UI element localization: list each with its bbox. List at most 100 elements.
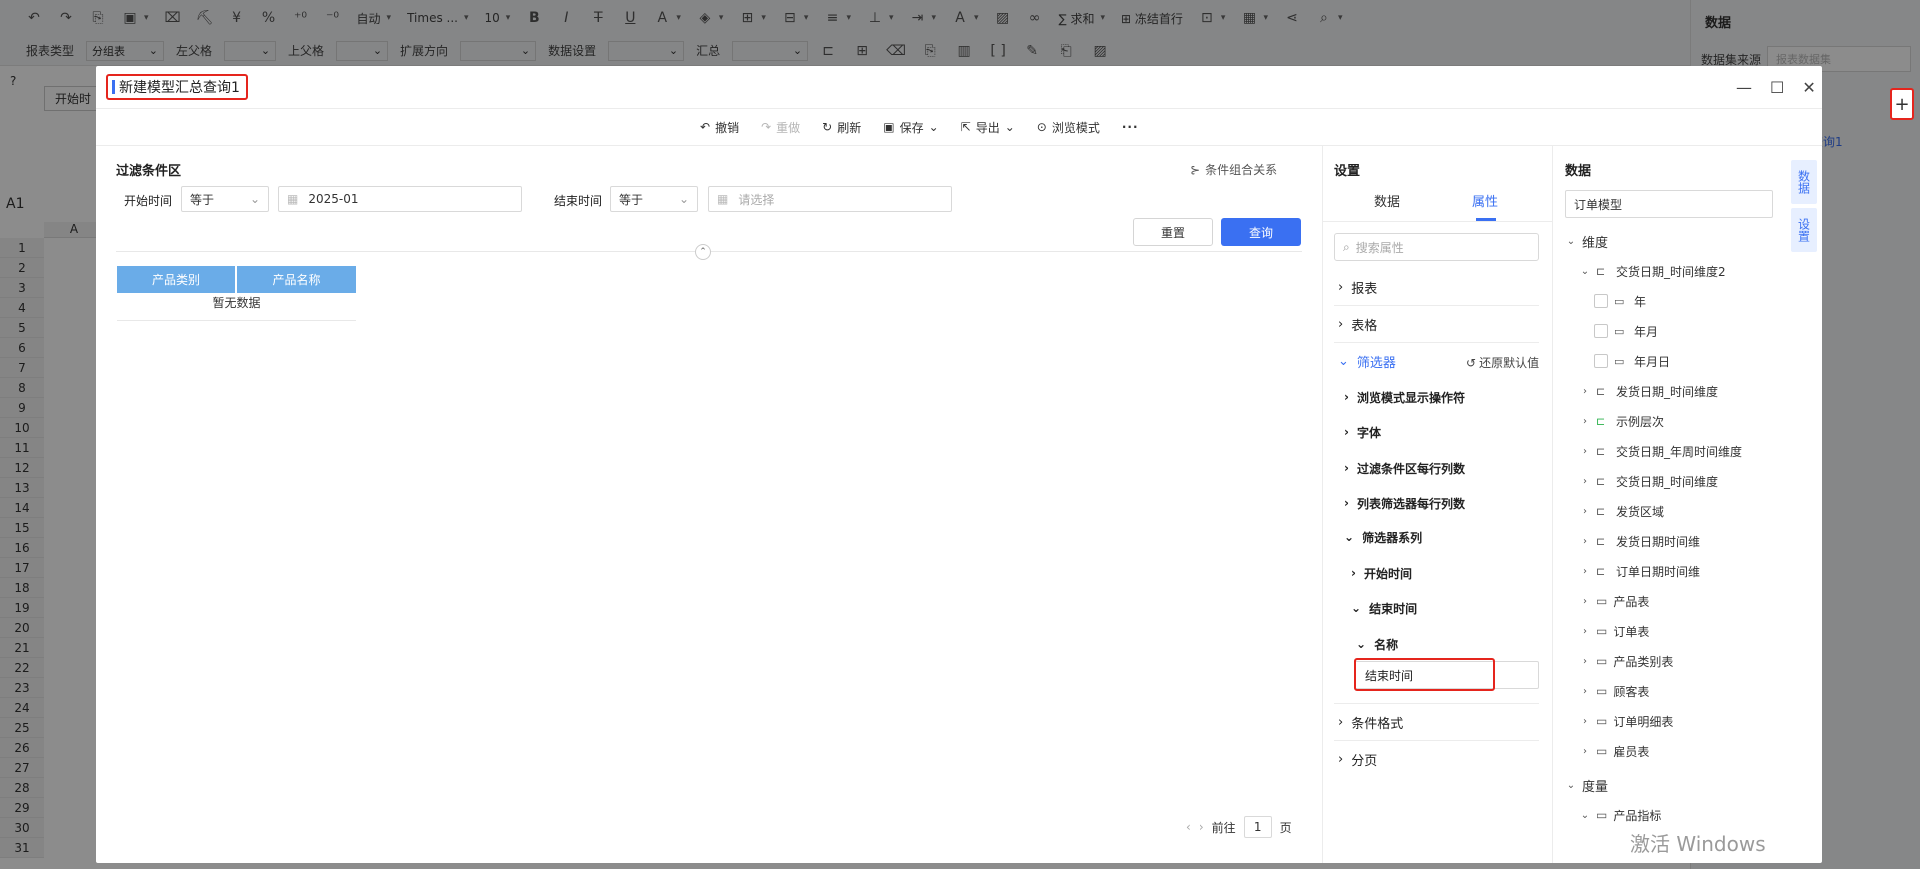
tree-node[interactable]: › ▭ 订单明细表 (1566, 710, 1776, 732)
chevron-down-icon: ⌄ (1351, 601, 1362, 615)
tab-attributes[interactable]: 属性 (1472, 191, 1498, 210)
tree-node-label: 产品表 (1613, 594, 1650, 609)
section-filter-label: 筛选器 (1356, 355, 1396, 371)
tree-node[interactable]: › ⊏ 发货日期时间维 (1566, 530, 1776, 552)
tree-node[interactable]: › ⊏ 发货区域 (1566, 500, 1776, 522)
property-search-input[interactable]: ⌕ 搜索属性 (1334, 233, 1539, 261)
reset-button[interactable]: 重置 (1133, 218, 1213, 246)
section-paging[interactable]: › 分页 (1338, 749, 1377, 769)
section-table[interactable]: › 表格 (1338, 314, 1377, 334)
chevron-right-icon: › (1351, 566, 1356, 580)
checkbox[interactable] (1594, 294, 1608, 308)
section-conditional-format[interactable]: › 条件格式 (1338, 712, 1403, 732)
item-name[interactable]: ⌄ 名称 (1356, 634, 1398, 654)
item-end-time[interactable]: ⌄ 结束时间 (1351, 598, 1417, 618)
item-start-time[interactable]: › 开始时间 (1351, 563, 1412, 583)
tree-node[interactable]: › ▭ 产品类别表 (1566, 650, 1776, 672)
tree-node[interactable]: › ⊏ 交货日期_时间维度 (1566, 470, 1776, 492)
chevron-down-icon: ⌄ (1580, 265, 1590, 277)
refresh-button[interactable]: ↻ 刷新 (822, 119, 861, 136)
page-input[interactable]: 1 (1243, 816, 1272, 838)
redo-label: 重做 (776, 120, 801, 135)
section-report[interactable]: › 报表 (1338, 277, 1377, 297)
data-panel-title: 数据 (1565, 164, 1592, 179)
section-table-label: 表格 (1351, 318, 1378, 334)
end-operator-select[interactable]: 等于 ⌄ (610, 186, 698, 212)
tree-node[interactable]: › ⊏ 订单日期时间维 (1566, 560, 1776, 582)
chevron-right-icon: › (1344, 390, 1349, 404)
more-icon[interactable]: ··· (1122, 120, 1139, 134)
minimize-icon[interactable]: — (1736, 78, 1752, 97)
item-list-columns[interactable]: › 列表筛选器每行列数 (1344, 493, 1465, 513)
tree-node[interactable]: ⌄ ⊏ 交货日期_时间维度2 (1566, 260, 1776, 282)
item-filter-columns[interactable]: › 过滤条件区每行列数 (1344, 458, 1465, 478)
item-filter-series[interactable]: ⌄ 筛选器系列 (1344, 527, 1422, 547)
reset-default-button[interactable]: ↺ 还原默认值 (1466, 354, 1539, 371)
model-select[interactable]: 订单模型 (1565, 190, 1773, 218)
undo-label: 撤销 (715, 120, 740, 135)
undo-button[interactable]: ↶ 撤销 (700, 119, 739, 136)
tree-node[interactable]: › ⊏ 交货日期_年周时间维度 (1566, 440, 1776, 462)
tree-node[interactable]: ⌄ ▭ 产品指标 (1566, 804, 1776, 826)
tree-node[interactable]: › ▭ 产品表 (1566, 590, 1776, 612)
chevron-right-icon: › (1583, 745, 1587, 757)
tree-node-label: 交货日期_年周时间维度 (1616, 444, 1743, 459)
vtab-data[interactable]: 数据 (1791, 160, 1817, 204)
browse-mode-button[interactable]: ⊙ 浏览模式 (1037, 119, 1100, 136)
chevron-right-icon: › (1583, 385, 1587, 397)
table-header-category[interactable]: 产品类别 (117, 266, 236, 293)
item-font[interactable]: › 字体 (1344, 422, 1381, 442)
tree-node[interactable]: › ▭ 顾客表 (1566, 680, 1776, 702)
tabs-divider (1322, 221, 1552, 222)
chevron-right-icon: › (1583, 535, 1587, 547)
tree-node[interactable]: › ▭ 订单表 (1566, 620, 1776, 642)
tree-measure-group[interactable]: ⌄ 度量 (1566, 774, 1776, 796)
chevron-right-icon: › (1583, 715, 1587, 727)
redo-button[interactable]: ↷ 重做 (761, 119, 800, 136)
tree-leaf-label: 年月 (1634, 324, 1659, 339)
vtab-settings[interactable]: 设置 (1791, 208, 1817, 252)
start-operator-select[interactable]: 等于 ⌄ (181, 186, 269, 212)
tree-node[interactable]: › ⊏ 发货日期_时间维度 (1566, 380, 1776, 402)
tree-node[interactable]: › ▭ 雇员表 (1566, 740, 1776, 762)
chevron-down-icon: ⌄ (1580, 809, 1590, 821)
end-time-input[interactable]: ▦ 请选择 (708, 186, 952, 212)
item-browse-operators[interactable]: › 浏览模式显示操作符 (1344, 387, 1465, 407)
dialog-toolbar: ↶ 撤销 ↷ 重做 ↻ 刷新 ▣ 保存 ⌄ ⇱ 导出 ⌄ ⊙ 浏览模式 ··· (700, 115, 1139, 139)
section-filter[interactable]: ⌄ 筛选器 (1338, 351, 1396, 371)
hierarchy-icon: ⊏ (1596, 444, 1606, 458)
checkbox[interactable] (1594, 324, 1608, 338)
tree-leaf[interactable]: ▭ 年月 (1566, 320, 1776, 342)
page-unit: 页 (1279, 820, 1292, 835)
start-time-label: 开始时间 (124, 194, 173, 208)
next-page-icon[interactable]: › (1199, 820, 1204, 834)
tree-dimension-group[interactable]: ⌄ 维度 (1566, 230, 1776, 252)
checkbox[interactable] (1594, 354, 1608, 368)
tree-leaf[interactable]: ▭ 年月日 (1566, 350, 1776, 372)
reset-default-label: 还原默认值 (1479, 356, 1540, 370)
chevron-right-icon: › (1344, 496, 1349, 510)
chevron-down-icon: ⌄ (928, 120, 939, 134)
maximize-icon[interactable]: ☐ (1770, 78, 1784, 97)
dimension-label: 维度 (1582, 235, 1609, 251)
query-button[interactable]: 查询 (1221, 218, 1301, 246)
close-icon[interactable]: ✕ (1802, 78, 1815, 97)
tree-node-label: 顾客表 (1613, 684, 1650, 699)
add-dataset-button[interactable]: + (1890, 88, 1914, 120)
collapse-icon[interactable]: ⌃ (695, 244, 711, 260)
vertical-tabs: 数据 设置 (1791, 160, 1817, 256)
chevron-right-icon: › (1583, 685, 1587, 697)
folder-icon: ▭ (1596, 594, 1608, 608)
item-list-columns-label: 列表筛选器每行列数 (1356, 496, 1465, 511)
tab-data[interactable]: 数据 (1374, 191, 1400, 210)
export-button[interactable]: ⇱ 导出 ⌄ (961, 119, 1015, 136)
start-time-input[interactable]: ▦ 2025-01 (278, 186, 522, 212)
save-button[interactable]: ▣ 保存 ⌄ (883, 119, 938, 136)
tree-leaf[interactable]: ▭ 年 (1566, 290, 1776, 312)
hierarchy-icon: ⊏ (1596, 264, 1606, 278)
prev-page-icon[interactable]: ‹ (1186, 820, 1191, 834)
tree-node[interactable]: › ⊏ 示例层次 (1566, 410, 1776, 432)
condition-relation-button[interactable]: ⊱ 条件组合关系 (1190, 161, 1277, 178)
table-header-product-name[interactable]: 产品名称 (237, 266, 356, 293)
section-divider (1334, 740, 1539, 741)
